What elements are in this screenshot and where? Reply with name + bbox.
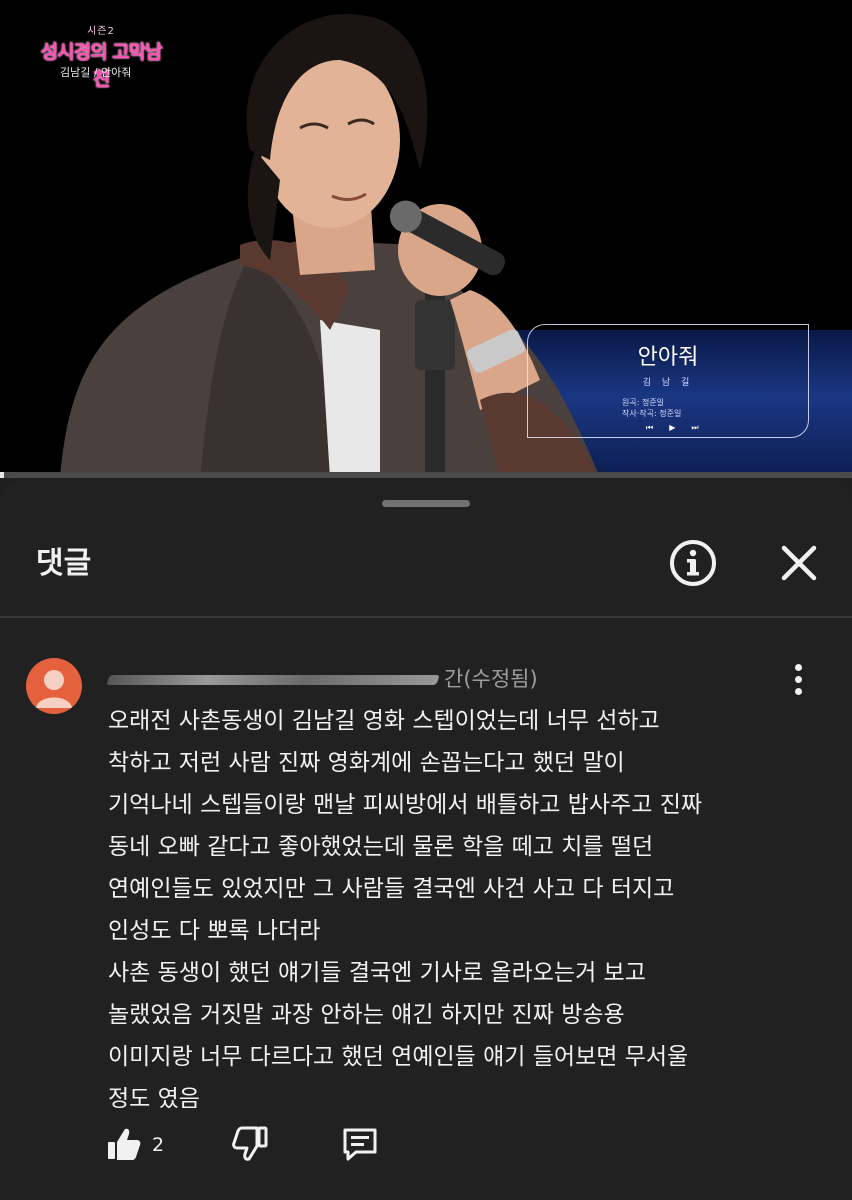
- like-button[interactable]: 2: [104, 1124, 174, 1168]
- close-button[interactable]: [774, 538, 824, 588]
- info-button[interactable]: [668, 538, 718, 588]
- comment-line: 동네 오빠 같다고 좋아했었는데 물론 학을 떼고 치를 떨던: [108, 834, 654, 860]
- show-subtitle: 김남길 / 안아줘: [60, 66, 132, 79]
- comment-line: 놀랬었음 거짓말 과장 안하는 얘긴 하지만 진짜 방송용: [108, 1002, 625, 1028]
- like-count: 2: [152, 1134, 165, 1156]
- comment-line: 정도 였음: [108, 1086, 200, 1112]
- comment-body: 오래전 사촌동생이 김남길 영화 스텝이었는데 너무 선하고 착하고 저런 사람…: [108, 700, 828, 1120]
- song-title: 안아줘: [637, 345, 699, 370]
- reply-button[interactable]: [340, 1124, 380, 1168]
- comment-line: 사촌 동생이 했던 얘기들 결국엔 기사로 올라오는거 보고: [108, 960, 646, 986]
- comment-actions: 2: [104, 1124, 504, 1168]
- avatar[interactable]: [26, 658, 82, 714]
- show-logo: 시즌2 성시경의 고막남친: [36, 22, 166, 91]
- reply-comment-icon: [343, 1128, 377, 1161]
- kebab-icon: [784, 664, 812, 695]
- panel-divider: [0, 616, 852, 618]
- thumbs-down-icon: [232, 1126, 268, 1161]
- comment-line: 이미지랑 너무 다르다고 했던 연예인들 얘기 들어보면 무서울: [108, 1044, 689, 1070]
- panel-title: 댓글: [36, 546, 92, 581]
- comment-meta[interactable]: 간(수정됨): [106, 663, 538, 693]
- song-card-playback-glyphs: ⏮▶⏭: [646, 423, 715, 432]
- comments-panel: 댓글 간(수정됨) 오래전 사촌동생이 김남길 영화 스텝이었는데 너무 선하고…: [0, 478, 852, 1200]
- thumbs-up-icon: [108, 1128, 141, 1160]
- song-credit-original: 원곡: 정준일: [622, 398, 665, 407]
- more-options-button[interactable]: [784, 664, 812, 704]
- default-avatar-icon: [36, 670, 72, 708]
- song-credits: 원곡: 정준일 작사·작곡: 정준일: [622, 397, 681, 419]
- close-icon: [781, 545, 817, 581]
- show-logo-season: 시즌2: [87, 26, 115, 37]
- author-name-redacted: [106, 675, 440, 685]
- song-credit-writer: 작사·작곡: 정준일: [622, 409, 682, 418]
- drag-handle[interactable]: [382, 500, 470, 507]
- info-icon: [670, 540, 716, 586]
- comment-line: 인성도 다 뽀록 나더라: [108, 918, 321, 944]
- comment-line: 연예인들도 있었지만 그 사람들 결국엔 사건 사고 다 터지고: [108, 876, 675, 902]
- dislike-button[interactable]: [230, 1124, 270, 1168]
- video-progress-fill: [0, 472, 5, 478]
- comment-line: 착하고 저런 사람 진짜 영화계에 손꼽는다고 했던 말이: [108, 750, 625, 776]
- video-player[interactable]: 시즌2 성시경의 고막남친 김남길 / 안아줘 안아줘 김 남 길 원곡: 정준…: [0, 0, 852, 478]
- song-artist: 김 남 길: [642, 378, 694, 388]
- comment-edited-label: 간(수정됨): [444, 667, 538, 691]
- comment-line: 오래전 사촌동생이 김남길 영화 스텝이었는데 너무 선하고: [108, 708, 660, 734]
- song-info-card: 안아줘 김 남 길 원곡: 정준일 작사·작곡: 정준일 ⏮▶⏭: [527, 324, 809, 438]
- comment-line: 기억나네 스텝들이랑 맨날 피씨방에서 배틀하고 밥사주고 진짜: [108, 792, 703, 818]
